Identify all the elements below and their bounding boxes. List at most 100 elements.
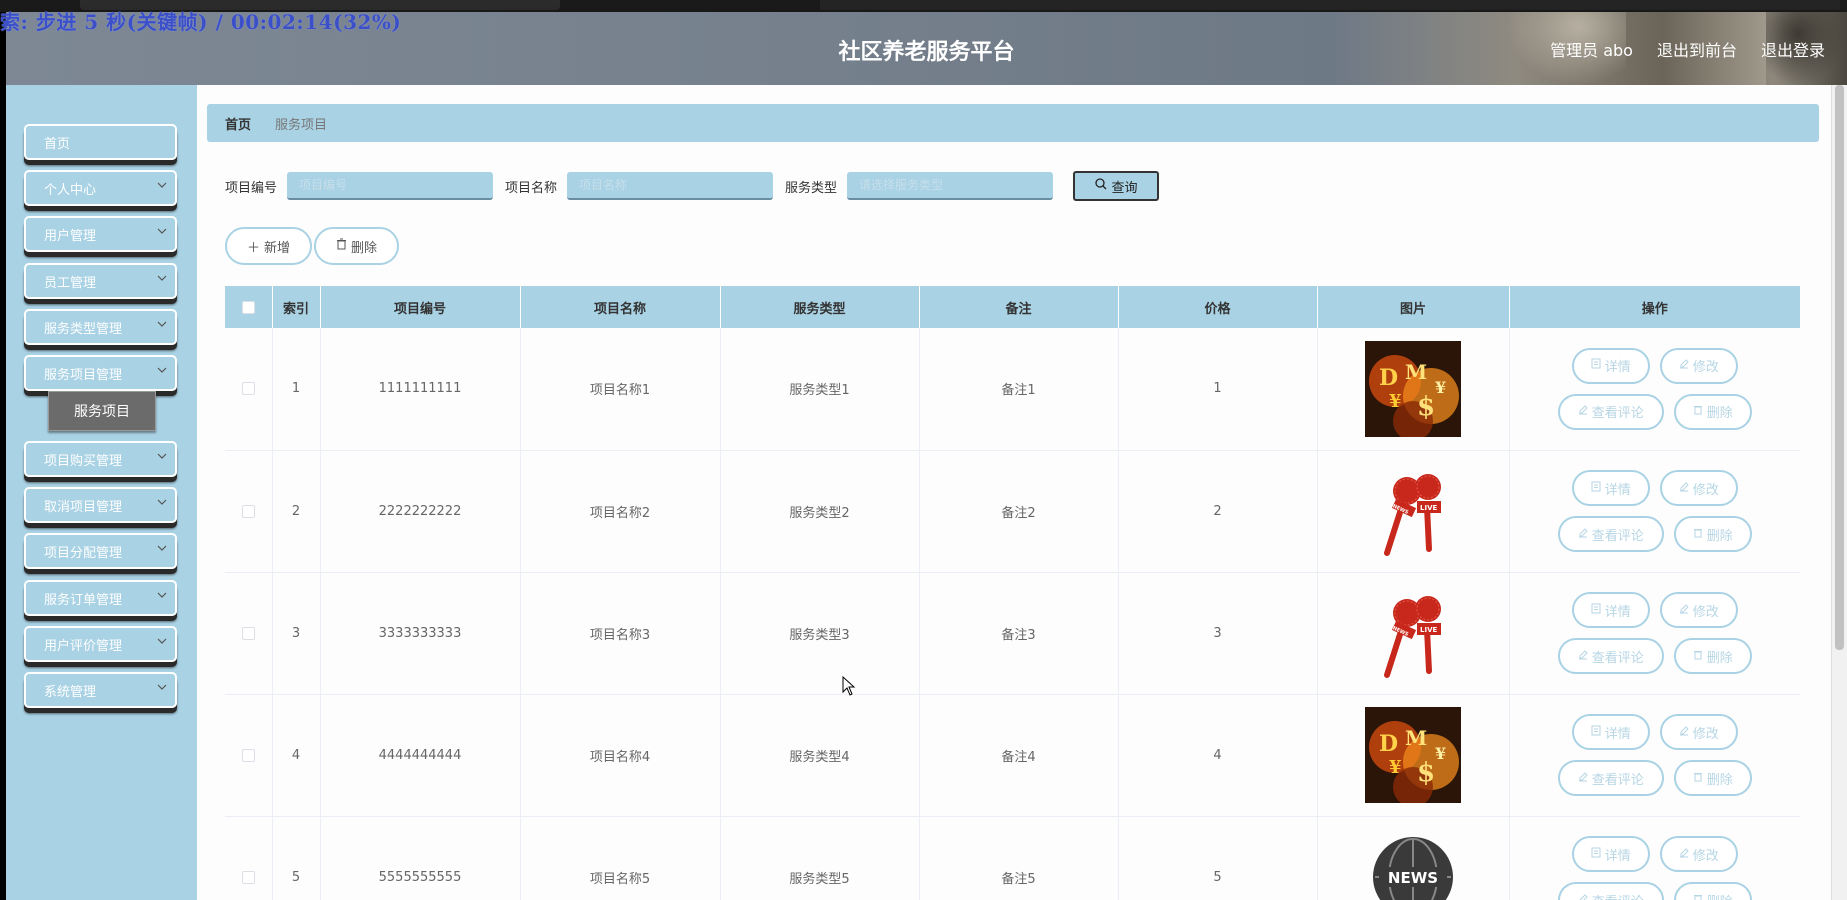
sidebar-item-8[interactable]: 取消项目管理 [24,487,177,523]
sidebar-item-12[interactable]: 系统管理 [24,672,177,708]
detail-button-label: 详情 [1604,604,1631,620]
breadcrumb-home[interactable]: 首页 [225,114,251,133]
plus-icon: ＋ [247,240,261,256]
row-checkbox-cell[interactable] [225,328,272,451]
project-name-input[interactable] [567,172,774,200]
cell-name: 项目名称5 [519,816,720,900]
news-microphones-image: LIVE NEWS [1365,463,1461,559]
logout-link[interactable]: 退出登录 [1761,37,1825,61]
chevron-down-icon [157,273,167,283]
cell-price: 4 [1117,694,1317,817]
view-comments-button[interactable]: 查看评论 [1557,882,1664,900]
edit-button[interactable]: 修改 [1659,470,1738,506]
detail-button[interactable]: 详情 [1571,470,1650,506]
edit-button[interactable]: 修改 [1659,592,1738,628]
edit-button[interactable]: 修改 [1659,836,1738,872]
cell-type: 服务类型1 [719,328,919,451]
row-checkbox[interactable] [241,504,255,518]
table-row: 2 2222222222 项目名称2 服务类型2 备注2 2 LIVE NEWS 详情 修改 查看评… [225,450,1800,573]
edit-button[interactable]: 修改 [1659,714,1738,750]
cell-code: 2222222222 [319,450,520,573]
delete-button[interactable]: 删除 [1673,882,1752,900]
sidebar-item-11[interactable]: 用户评价管理 [24,626,177,662]
svg-text:NEWS: NEWS [1388,869,1438,887]
sidebar-item-label: 项目分配管理 [44,545,123,561]
add-button[interactable]: ＋ 新增 [225,227,313,265]
view-comments-button[interactable]: 查看评论 [1557,760,1664,796]
cell-note: 备注4 [918,694,1118,817]
sidebar-item-9[interactable]: 项目分配管理 [24,533,177,569]
column-header: 项目名称 [519,286,720,328]
sidebar-item-label: 服务类型管理 [44,321,123,337]
sidebar-item-10[interactable]: 服务订单管理 [24,580,177,616]
detail-button[interactable]: 详情 [1571,592,1650,628]
bulk-delete-button[interactable]: 删除 [314,227,400,265]
delete-button[interactable]: 删除 [1673,760,1752,796]
edit-button[interactable]: 修改 [1659,347,1738,384]
row-checkbox[interactable] [241,382,255,396]
delete-button[interactable]: 删除 [1673,393,1752,430]
table-header-row: 索引 项目编号 项目名称 服务类型 备注 价格 图片 操作 [225,286,1800,328]
sidebar-item-4[interactable]: 员工管理 [24,263,177,299]
cell-code: 5555555555 [319,816,520,900]
chevron-down-icon [157,451,167,461]
cell-price: 5 [1117,816,1317,900]
cell-index: 5 [271,816,320,900]
edit-pen-icon [1679,481,1689,496]
select-all-cell[interactable] [225,286,272,328]
column-header: 价格 [1117,286,1317,328]
sidebar-item-5[interactable]: 服务类型管理 [24,309,177,345]
sidebar-item-1[interactable]: 首页 [24,124,177,160]
sidebar-item-label: 用户评价管理 [44,638,123,654]
edit-pen-icon [1578,527,1588,542]
chevron-down-icon [157,226,167,236]
edit-button-label: 修改 [1692,604,1719,620]
select-all-checkbox[interactable] [241,300,255,314]
cell-type: 服务类型4 [719,694,919,817]
cell-image: LIVE NEWS [1316,572,1509,695]
submenu-item-service-project[interactable]: 服务项目 [48,391,156,431]
sidebar-item-7[interactable]: 项目购买管理 [24,441,177,477]
view-comments-button-label: 查看评论 [1591,772,1644,788]
sidebar-item-6[interactable]: 服务项目管理 [24,355,177,391]
row-checkbox-cell[interactable] [225,816,272,900]
column-header: 服务类型 [719,286,919,328]
detail-button[interactable]: 详情 [1571,347,1650,384]
sidebar-item-label: 个人中心 [44,182,97,198]
exit-to-front-link[interactable]: 退出到前台 [1657,37,1737,61]
admin-user-label[interactable]: 管理员 abo [1550,37,1633,61]
cell-type: 服务类型5 [719,816,919,900]
svg-text:$: $ [1417,392,1435,422]
cell-price: 1 [1117,328,1317,451]
row-checkbox[interactable] [241,870,255,884]
detail-button[interactable]: 详情 [1571,714,1650,750]
view-comments-button[interactable]: 查看评论 [1557,516,1664,552]
row-checkbox-cell[interactable] [225,572,272,695]
document-icon [1591,481,1601,496]
row-checkbox-cell[interactable] [225,694,272,817]
scrollbar-thumb[interactable] [1835,85,1844,650]
cell-note: 备注5 [918,816,1118,900]
project-code-input[interactable] [287,172,494,200]
row-checkbox[interactable] [241,748,255,762]
edit-button-label: 修改 [1692,360,1719,376]
chevron-down-icon [157,365,167,375]
search-button[interactable]: 查询 [1073,171,1160,201]
row-checkbox-cell[interactable] [225,450,272,573]
sidebar-item-2[interactable]: 个人中心 [24,170,177,206]
edit-pen-icon [1578,404,1588,419]
detail-button-label: 详情 [1604,848,1631,864]
row-checkbox[interactable] [241,626,255,640]
service-type-select[interactable] [847,172,1054,200]
detail-button[interactable]: 详情 [1571,836,1650,872]
delete-button[interactable]: 删除 [1673,638,1752,674]
sidebar-item-3[interactable]: 用户管理 [24,216,177,252]
document-icon [1591,725,1601,740]
view-comments-button[interactable]: 查看评论 [1557,393,1664,430]
page-scrollbar[interactable] [1831,85,1847,900]
browser-url-strip [820,0,1840,10]
view-comments-button[interactable]: 查看评论 [1557,638,1664,674]
main-content: 首页 服务项目 项目编号 项目名称 服务类型 查询 ＋ 新增 删除 [197,85,1831,900]
delete-button[interactable]: 删除 [1673,516,1752,552]
project-table: 索引 项目编号 项目名称 服务类型 备注 价格 图片 操作 1 111111111… [225,286,1800,900]
